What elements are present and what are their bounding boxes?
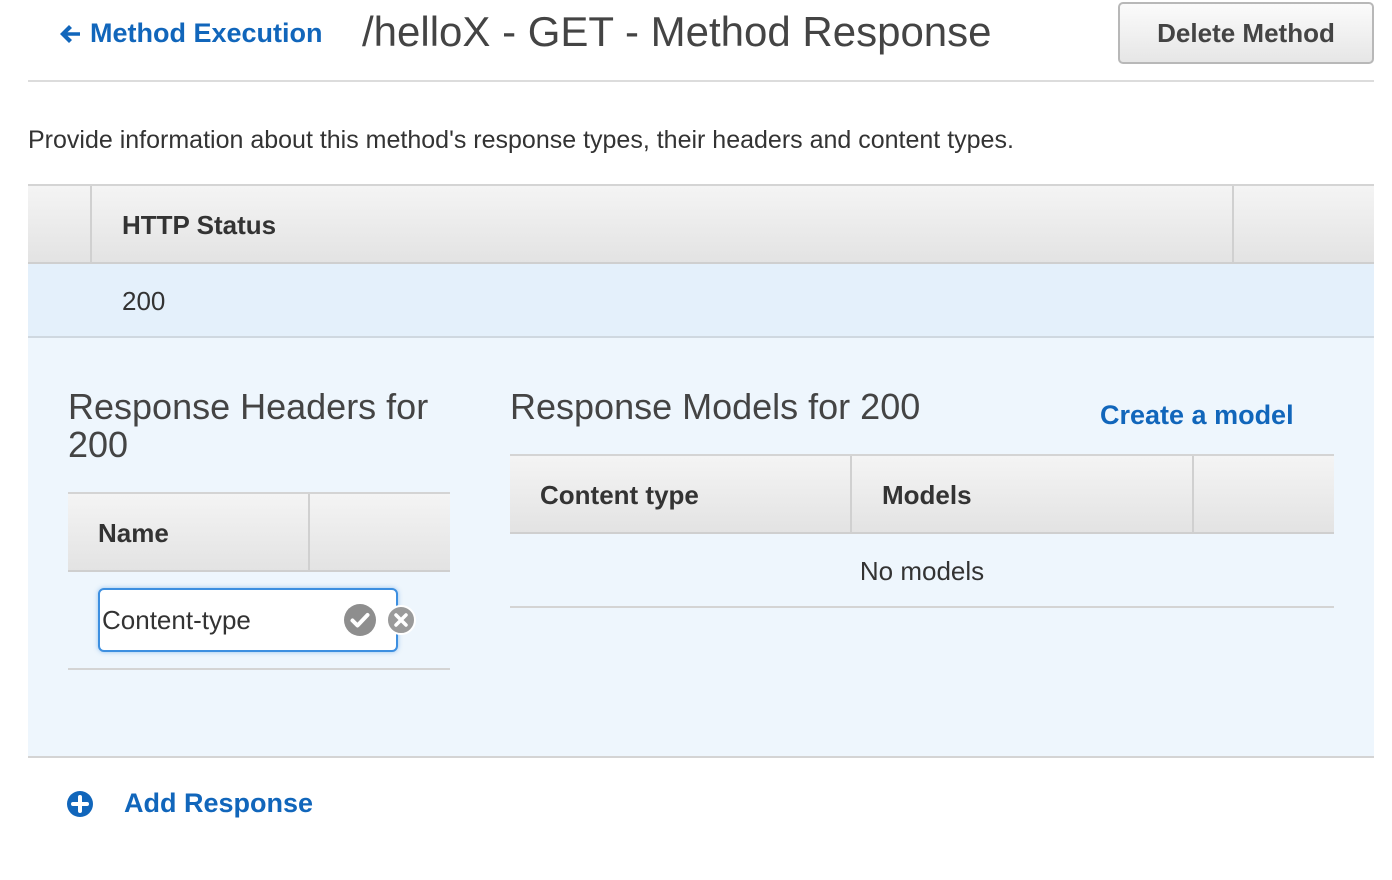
response-detail-panel: Response Headers for 200 Name Response M bbox=[28, 338, 1374, 758]
response-models-title: Response Models for 200 bbox=[510, 386, 921, 427]
back-to-method-execution-link[interactable]: Method Execution bbox=[58, 18, 323, 49]
header-name-field bbox=[98, 588, 416, 652]
column-header-content-type: Content type bbox=[540, 480, 699, 510]
delete-method-button[interactable]: Delete Method bbox=[1118, 2, 1374, 64]
add-response-button[interactable]: Add Response bbox=[66, 788, 313, 819]
response-header-row bbox=[68, 572, 450, 670]
page-header: Method Execution /helloX - GET - Method … bbox=[28, 0, 1374, 82]
method-responses-table: HTTP Status 200 Response Headers for 200… bbox=[28, 184, 1374, 758]
response-row-200[interactable]: 200 bbox=[28, 264, 1374, 338]
back-link-label: Method Execution bbox=[90, 18, 323, 48]
response-headers-table-header: Name bbox=[68, 492, 450, 572]
responses-table-header: HTTP Status bbox=[28, 184, 1374, 264]
arrow-left-icon bbox=[60, 24, 80, 43]
column-header-models: Models bbox=[882, 480, 972, 510]
add-response-label: Add Response bbox=[124, 788, 314, 818]
response-models-table: Content type Models No models bbox=[510, 454, 1334, 608]
create-model-link[interactable]: Create a model bbox=[1100, 400, 1294, 431]
page-description: Provide information about this method's … bbox=[28, 126, 1014, 154]
column-divider bbox=[1232, 186, 1234, 262]
page-title: /helloX - GET - Method Response bbox=[362, 8, 992, 55]
no-models-text: No models bbox=[859, 556, 985, 586]
plus-circle-icon bbox=[67, 790, 93, 817]
column-header-http-status: HTTP Status bbox=[122, 210, 277, 240]
response-models-table-header: Content type Models bbox=[510, 454, 1334, 534]
check-circle-icon[interactable] bbox=[344, 604, 376, 636]
column-divider bbox=[850, 456, 852, 532]
column-divider bbox=[1192, 456, 1194, 532]
response-headers-table: Name bbox=[68, 492, 450, 670]
response-headers-title: Response Headers for 200 bbox=[68, 386, 429, 465]
http-status-value: 200 bbox=[122, 286, 166, 316]
column-header-name: Name bbox=[98, 518, 169, 548]
header-name-input[interactable] bbox=[102, 598, 332, 642]
column-divider bbox=[90, 186, 92, 262]
models-empty-row: No models bbox=[510, 534, 1334, 608]
close-circle-icon[interactable] bbox=[386, 605, 416, 635]
column-divider bbox=[308, 494, 310, 570]
